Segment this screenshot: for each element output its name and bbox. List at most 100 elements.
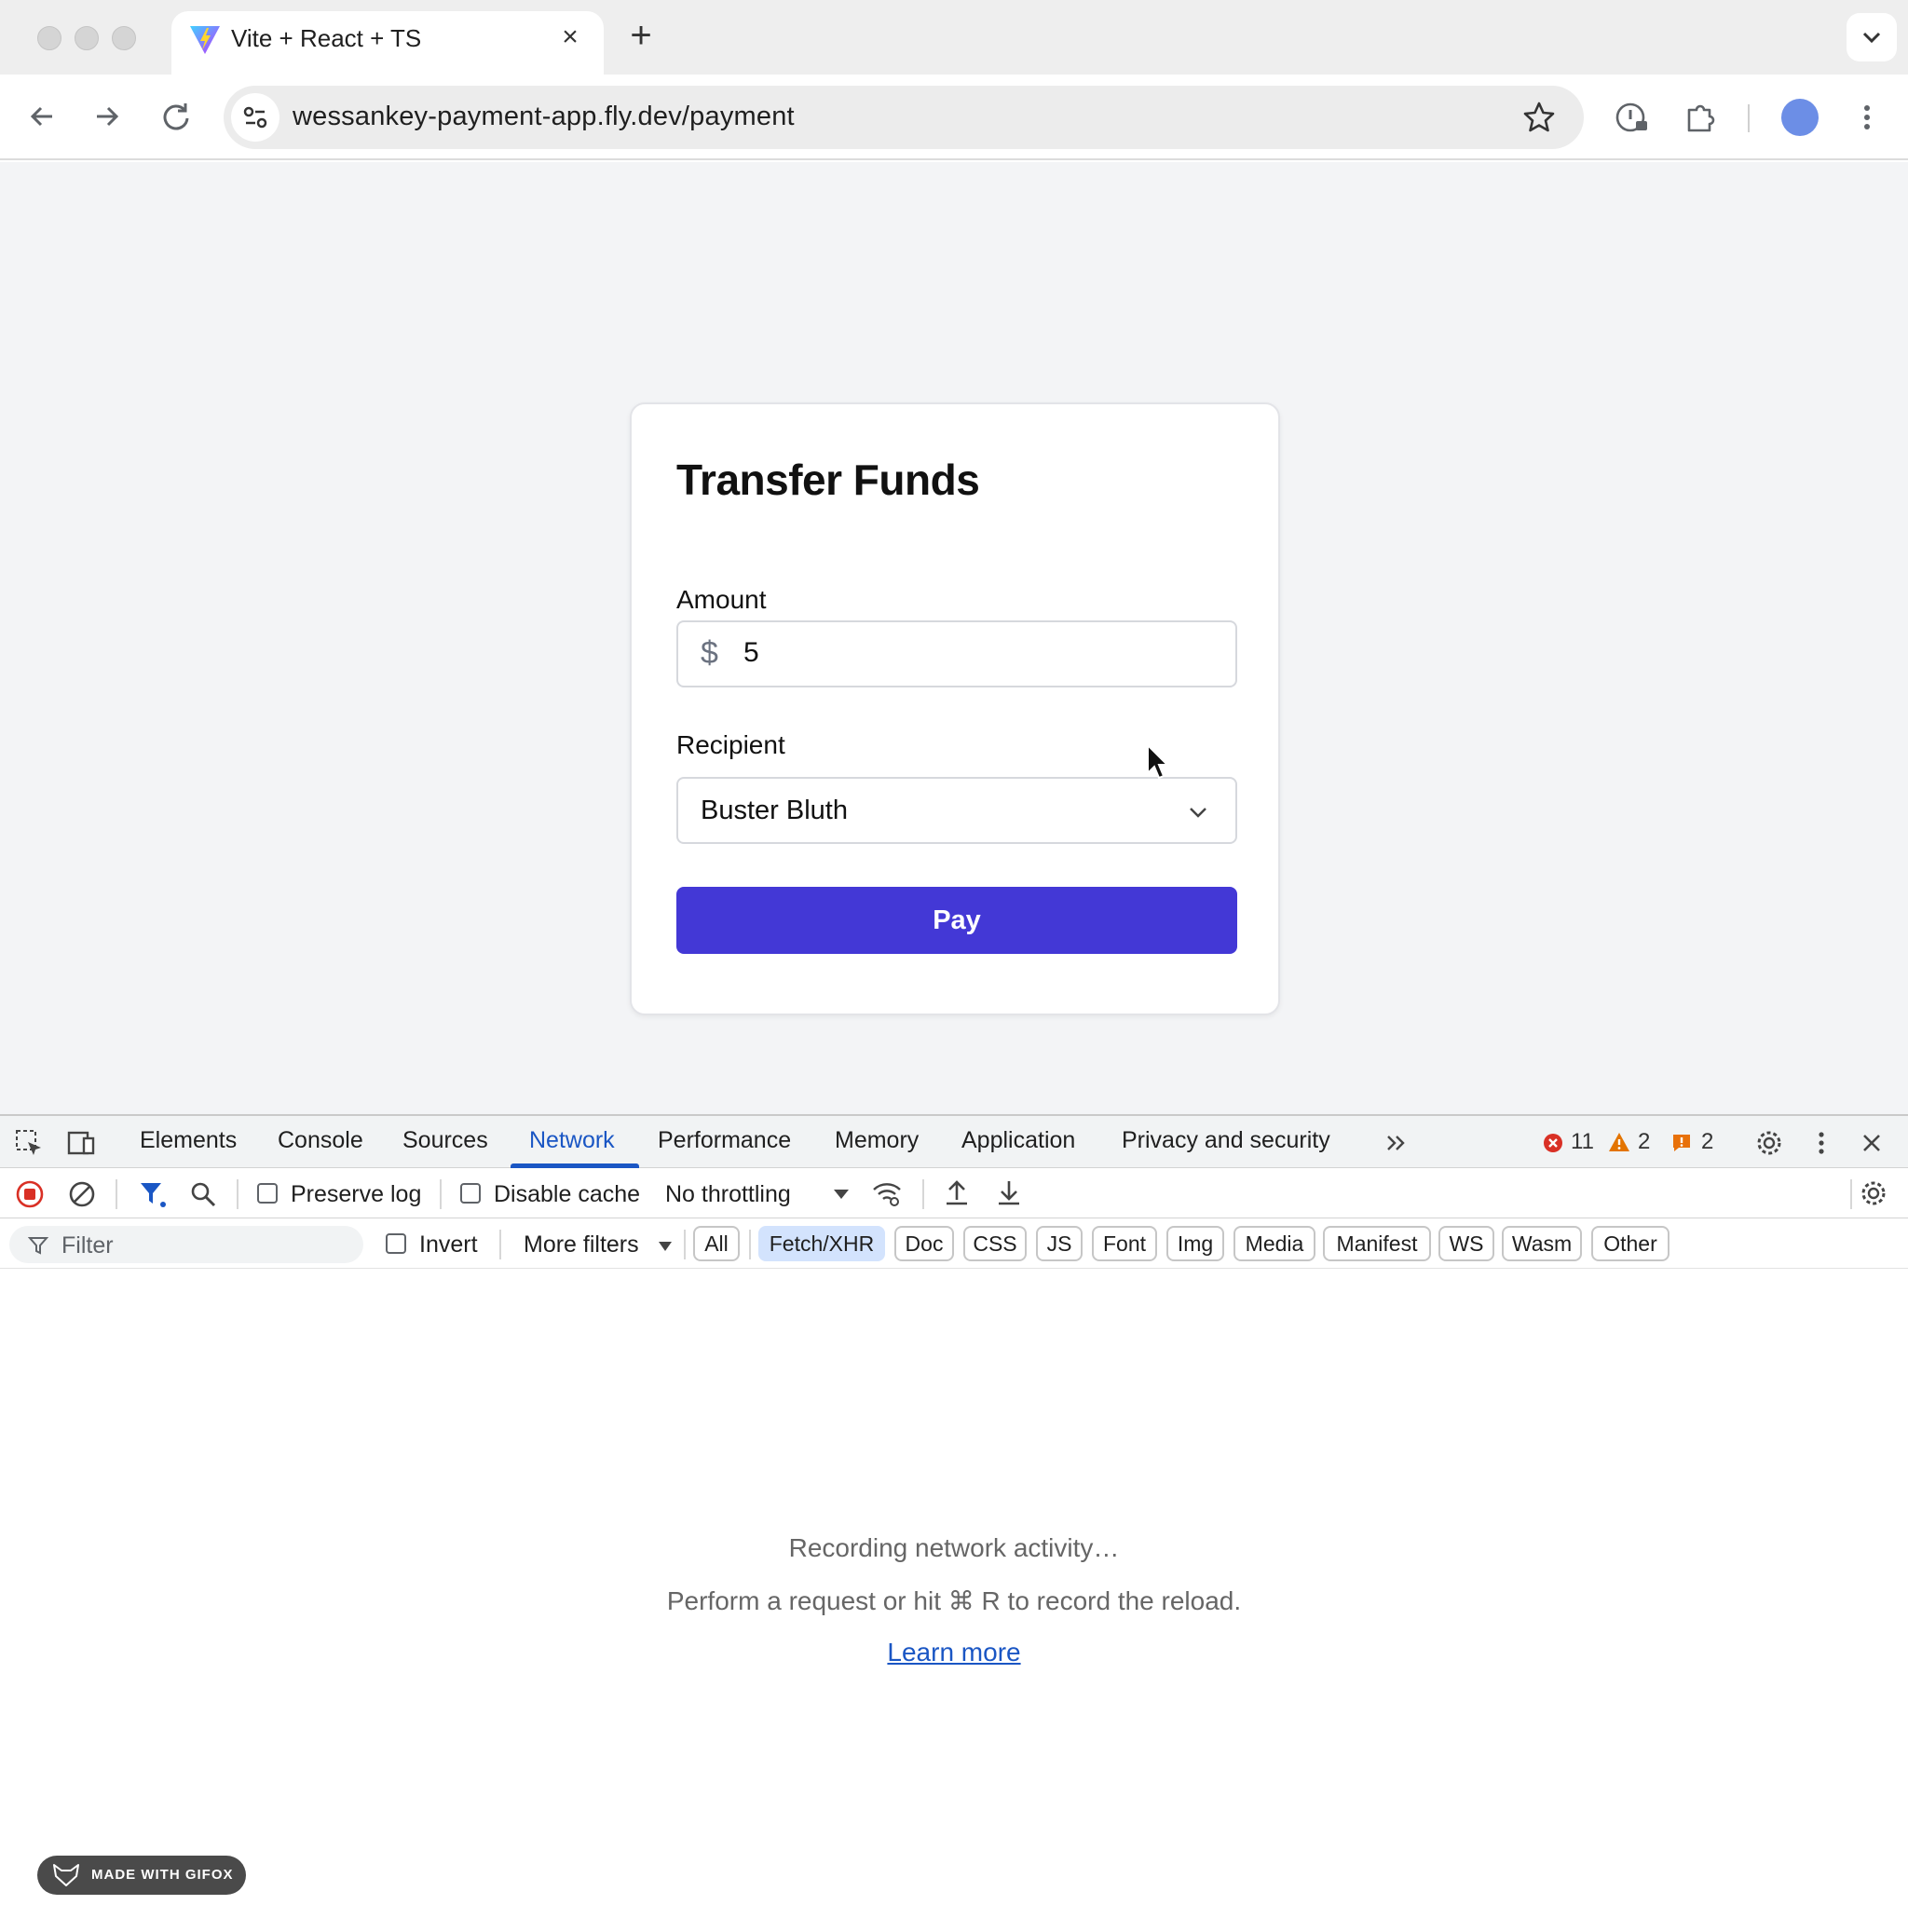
toolbar-divider <box>1748 104 1750 132</box>
tab-elements[interactable]: Elements <box>140 1127 237 1154</box>
more-vert-icon[interactable] <box>1847 97 1888 138</box>
address-bar[interactable]: wessankey-payment-app.fly.dev/payment <box>224 86 1584 149</box>
divider <box>749 1230 751 1259</box>
type-filter-js[interactable]: JS <box>1036 1226 1083 1261</box>
recipient-label: Recipient <box>676 730 785 759</box>
devtools-tab-bar: Elements Console Sources Network Perform… <box>0 1116 1908 1168</box>
filter-input[interactable]: Filter <box>9 1226 363 1263</box>
record-stop-icon[interactable] <box>15 1179 45 1209</box>
network-conditions-icon[interactable] <box>870 1177 904 1211</box>
close-window-button[interactable] <box>37 26 61 50</box>
more-filters-button[interactable]: More filters <box>524 1231 639 1259</box>
tab-sources[interactable]: Sources <box>402 1127 488 1154</box>
divider <box>237 1179 238 1209</box>
back-button[interactable] <box>20 95 63 138</box>
browser-toolbar: wessankey-payment-app.fly.dev/payment <box>0 75 1908 160</box>
type-filter-other[interactable]: Other <box>1591 1226 1670 1261</box>
filter-bar: Filter Invert More filters All Fetch/XHR… <box>0 1218 1908 1269</box>
tab-memory[interactable]: Memory <box>835 1127 919 1154</box>
settings-gear-icon[interactable] <box>1753 1127 1785 1159</box>
pay-button[interactable]: Pay <box>676 887 1237 954</box>
new-tab-button[interactable]: + <box>622 17 660 54</box>
filter-icon <box>28 1237 48 1255</box>
export-har-icon[interactable] <box>993 1177 1025 1209</box>
extensions-puzzle-icon[interactable] <box>1681 97 1722 138</box>
throttling-select[interactable]: No throttling <box>665 1181 791 1208</box>
more-vert-icon[interactable] <box>1806 1127 1837 1159</box>
type-filter-manifest[interactable]: Manifest <box>1323 1226 1431 1261</box>
divider <box>440 1179 442 1209</box>
warning-icon[interactable] <box>1608 1132 1630 1152</box>
disable-cache-label: Disable cache <box>494 1181 641 1207</box>
tab-performance[interactable]: Performance <box>658 1127 791 1154</box>
tab-title: Vite + React + TS <box>231 24 422 52</box>
type-filter-doc[interactable]: Doc <box>894 1226 954 1261</box>
divider <box>922 1179 924 1209</box>
type-filter-all[interactable]: All <box>693 1226 740 1261</box>
tune-icon <box>243 106 267 129</box>
divider <box>1850 1179 1852 1209</box>
type-filter-font[interactable]: Font <box>1092 1226 1157 1261</box>
device-toolbar-icon[interactable] <box>65 1127 97 1159</box>
error-count: 11 <box>1571 1129 1594 1154</box>
forward-button[interactable] <box>86 95 129 138</box>
gifox-watermark: MADE WITH GIFOX <box>37 1856 246 1895</box>
tab-network[interactable]: Network <box>529 1127 615 1154</box>
amount-label: Amount <box>676 585 767 614</box>
type-filter-ws[interactable]: WS <box>1438 1226 1494 1261</box>
learn-more-wrapper: Learn more <box>0 1638 1908 1667</box>
gifox-logo-icon <box>53 1864 79 1886</box>
network-toolbar: Preserve log Disable cache No throttling <box>0 1168 1908 1218</box>
amount-field[interactable]: $ 5 <box>676 620 1237 687</box>
type-filter-fetch-xhr[interactable]: Fetch/XHR <box>758 1226 885 1261</box>
amount-input[interactable]: 5 <box>743 637 759 669</box>
warning-count: 2 <box>1638 1129 1651 1154</box>
password-manager-icon[interactable] <box>1612 97 1653 138</box>
tab-strip: Vite + React + TS × + <box>0 0 1908 75</box>
type-filter-wasm[interactable]: Wasm <box>1502 1226 1582 1261</box>
bookmark-star-icon[interactable] <box>1520 99 1558 136</box>
preserve-log-checkbox[interactable] <box>257 1183 278 1204</box>
zoom-window-button[interactable] <box>112 26 136 50</box>
profile-avatar[interactable] <box>1781 99 1819 136</box>
site-info-button[interactable] <box>231 93 279 142</box>
close-tab-icon[interactable]: × <box>553 20 587 54</box>
filter-funnel-icon[interactable] <box>138 1179 168 1209</box>
type-filter-css[interactable]: CSS <box>963 1226 1027 1261</box>
reload-hint: Perform a request or hit ⌘ R to record t… <box>666 1586 1242 1615</box>
tab-search-button[interactable] <box>1847 13 1897 61</box>
recording-status: Recording network activity… <box>788 1533 1120 1562</box>
invert-checkbox[interactable] <box>386 1233 406 1254</box>
minimize-window-button[interactable] <box>75 26 99 50</box>
disable-cache-checkbox[interactable] <box>460 1183 481 1204</box>
import-har-icon[interactable] <box>941 1177 973 1209</box>
reload-button[interactable] <box>155 95 198 138</box>
vite-logo-icon <box>190 26 220 54</box>
dropdown-arrow-icon <box>659 1242 672 1251</box>
divider <box>116 1179 117 1209</box>
url-text: wessankey-payment-app.fly.dev/payment <box>293 102 795 131</box>
network-settings-gear-icon[interactable] <box>1858 1177 1889 1209</box>
error-icon[interactable] <box>1543 1133 1563 1153</box>
chevron-down-icon <box>1190 808 1206 818</box>
dropdown-arrow-icon <box>834 1190 849 1199</box>
type-filter-img[interactable]: Img <box>1166 1226 1224 1261</box>
tab-application[interactable]: Application <box>961 1127 1075 1154</box>
more-tabs-chevron-icon[interactable] <box>1381 1127 1412 1159</box>
inspect-element-icon[interactable] <box>13 1127 45 1159</box>
type-filter-media[interactable]: Media <box>1233 1226 1315 1261</box>
issue-icon[interactable] <box>1671 1133 1692 1153</box>
learn-more-link[interactable]: Learn more <box>887 1638 1020 1667</box>
browser-tab[interactable]: Vite + React + TS × <box>171 11 604 75</box>
clear-icon[interactable] <box>67 1179 97 1209</box>
page-viewport: Transfer Funds Amount $ 5 Recipient Bust… <box>0 162 1908 1114</box>
recipient-select[interactable]: Buster Bluth <box>676 777 1237 844</box>
close-devtools-icon[interactable] <box>1856 1127 1888 1159</box>
tab-console[interactable]: Console <box>278 1127 363 1154</box>
tab-privacy-security[interactable]: Privacy and security <box>1122 1127 1330 1154</box>
divider <box>499 1230 501 1259</box>
search-icon[interactable] <box>188 1179 218 1209</box>
filter-placeholder: Filter <box>61 1232 114 1259</box>
chevron-down-icon <box>1862 32 1881 44</box>
invert-label: Invert <box>419 1231 478 1258</box>
